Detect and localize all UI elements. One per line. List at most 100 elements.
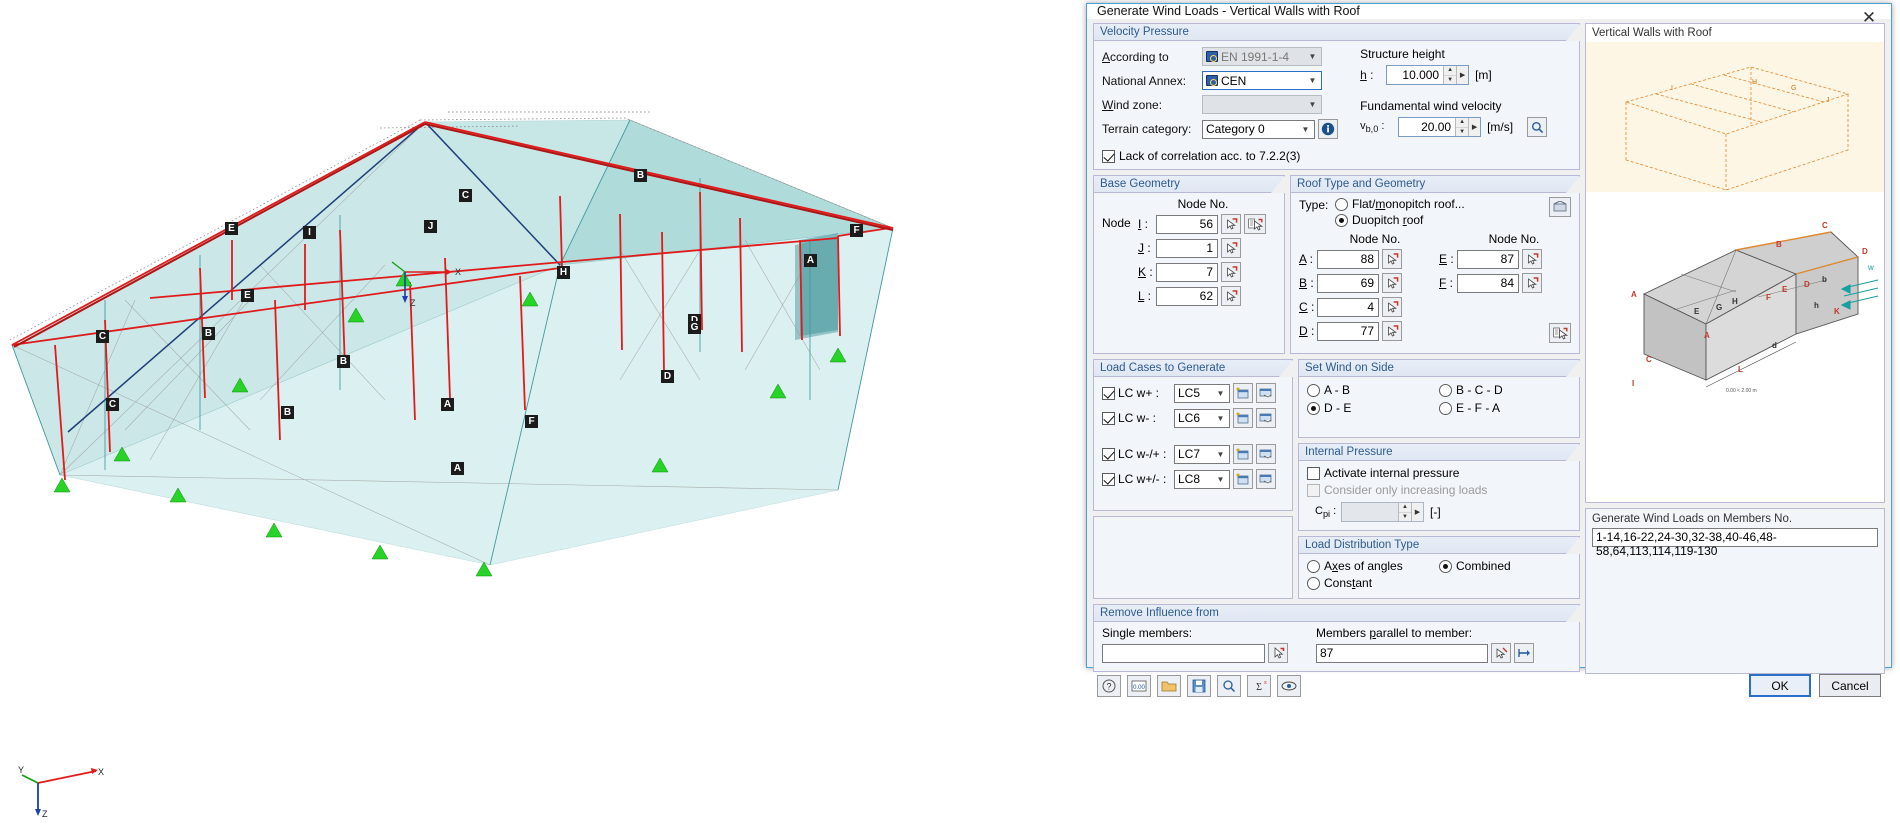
pick-parallel-members-icon[interactable] bbox=[1491, 643, 1511, 663]
generate-members-input[interactable]: 1-14,16-22,24-30,32-38,40-46,48-58,64,11… bbox=[1592, 528, 1878, 558]
load-case-select-2[interactable]: LC7 ▼ bbox=[1174, 444, 1230, 464]
load-case-checkbox-2[interactable] bbox=[1102, 447, 1115, 461]
roof-type-flat-option[interactable]: Flat/monopitch roof... bbox=[1335, 197, 1465, 211]
vb0-spinner[interactable]: ▲ ▼ bbox=[1455, 118, 1469, 136]
wind-zone-select[interactable]: ▼ bbox=[1202, 95, 1322, 114]
view-icon[interactable] bbox=[1277, 674, 1301, 697]
load-distribution-option-combined[interactable]: Combined bbox=[1439, 559, 1571, 573]
vb0-more-button[interactable]: ▶ bbox=[1468, 118, 1481, 136]
roof-type-duopitch-option[interactable]: Duopitch roof bbox=[1335, 213, 1465, 227]
wind-side-option-efa[interactable]: E - F - A bbox=[1439, 401, 1571, 415]
base-node-input-1[interactable]: 1 bbox=[1156, 238, 1218, 258]
vb0-field[interactable]: ▲▼ ▶ bbox=[1398, 117, 1482, 137]
svg-text:Y: Y bbox=[18, 765, 24, 775]
according-to-select[interactable]: EN 1991-1-4 ▼ bbox=[1202, 47, 1322, 66]
magnifier-icon[interactable] bbox=[1527, 117, 1548, 137]
lack-of-correlation-checkbox[interactable]: Lack of correlation acc. to 7.2.2(3) bbox=[1102, 149, 1571, 163]
consider-loads-box bbox=[1307, 483, 1320, 497]
load-case-checkbox-1[interactable] bbox=[1102, 411, 1115, 425]
structure-height-label: Structure height bbox=[1360, 47, 1445, 61]
load-case-new-icon-1[interactable] bbox=[1233, 408, 1253, 428]
load-dist-label-0: Axes of angles bbox=[1324, 559, 1403, 573]
wind-side-label-2: D - E bbox=[1324, 401, 1352, 415]
roof-model-pick-icon[interactable] bbox=[1549, 323, 1571, 343]
roof-settings-icon[interactable] bbox=[1549, 197, 1571, 217]
cpi-input bbox=[1342, 503, 1398, 521]
base-node-input-3[interactable]: 62 bbox=[1156, 286, 1218, 306]
roof-left-input-2[interactable]: 4 bbox=[1317, 297, 1379, 317]
load-case-select-3[interactable]: LC8 ▼ bbox=[1174, 469, 1230, 489]
wind-side-label-3: E - F - A bbox=[1456, 401, 1501, 415]
wind-side-option-de[interactable]: D - E bbox=[1307, 401, 1439, 415]
help-icon[interactable]: ? bbox=[1097, 674, 1121, 697]
base-node-pick-icon-2[interactable] bbox=[1221, 262, 1241, 282]
cancel-button[interactable]: Cancel bbox=[1819, 674, 1881, 697]
svg-text:w: w bbox=[1867, 263, 1874, 272]
base-node-pick-icon-3[interactable] bbox=[1221, 286, 1241, 306]
vb0-input[interactable] bbox=[1399, 118, 1456, 136]
structure-height-input[interactable] bbox=[1387, 66, 1444, 84]
node-label-b-1: B bbox=[634, 169, 647, 182]
load-case-edit-icon-2[interactable] bbox=[1256, 444, 1276, 464]
load-case-edit-icon-0[interactable] bbox=[1256, 383, 1276, 403]
roof-left-input-3[interactable]: 77 bbox=[1317, 321, 1379, 341]
height-spinner[interactable]: ▲ ▼ bbox=[1443, 66, 1457, 84]
roof-left-input-1[interactable]: 69 bbox=[1317, 273, 1379, 293]
wind-side-option-ab[interactable]: A - B bbox=[1307, 383, 1439, 397]
load-dist-radio-2 bbox=[1307, 576, 1320, 590]
units-icon[interactable]: 0.00 bbox=[1127, 674, 1151, 697]
load-cases-title: Load Cases to Generate bbox=[1094, 360, 1292, 377]
roof-left-row-d: D :77 bbox=[1299, 321, 1431, 341]
wind-side-radio-1 bbox=[1439, 383, 1452, 397]
roof-right-pick-icon-0[interactable] bbox=[1522, 249, 1542, 269]
base-node-input-2[interactable]: 7 bbox=[1156, 262, 1218, 282]
roof-left-pick-icon-2[interactable] bbox=[1382, 297, 1402, 317]
activate-internal-pressure-checkbox[interactable]: Activate internal pressure bbox=[1307, 466, 1571, 480]
roof-right-input-0[interactable]: 87 bbox=[1457, 249, 1519, 269]
pick-single-members-icon[interactable] bbox=[1268, 643, 1288, 663]
base-node-list-icon[interactable] bbox=[1244, 214, 1266, 234]
load-case-edit-icon-3[interactable] bbox=[1256, 469, 1276, 489]
terrain-category-select[interactable]: Category 0 ▼ bbox=[1202, 119, 1315, 139]
parallel-members-input[interactable]: 87 bbox=[1316, 643, 1488, 663]
load-case-edit-icon-1[interactable] bbox=[1256, 408, 1276, 428]
save-icon[interactable] bbox=[1187, 674, 1211, 697]
base-node-input-0[interactable]: 56 bbox=[1156, 214, 1218, 234]
base-node-pick-icon-1[interactable] bbox=[1221, 238, 1241, 258]
load-case-checkbox-0[interactable] bbox=[1102, 386, 1115, 400]
national-annex-select[interactable]: CEN ▼ bbox=[1202, 71, 1322, 90]
roof-right-input-1[interactable]: 84 bbox=[1457, 273, 1519, 293]
base-node-pick-icon-0[interactable] bbox=[1221, 214, 1241, 234]
load-case-checkbox-3[interactable] bbox=[1102, 472, 1115, 486]
open-icon[interactable] bbox=[1157, 674, 1181, 697]
height-more-button[interactable]: ▶ bbox=[1456, 66, 1469, 84]
structural-model-3d: X Z bbox=[9, 111, 894, 577]
info-icon[interactable] bbox=[1318, 119, 1338, 139]
structure-height-field[interactable]: ▲▼ ▶ bbox=[1386, 65, 1470, 85]
roof-left-pick-icon-0[interactable] bbox=[1382, 249, 1402, 269]
roof-left-pick-icon-3[interactable] bbox=[1382, 321, 1402, 341]
ok-button[interactable]: OK bbox=[1749, 674, 1811, 697]
node-label-a-19: A bbox=[451, 462, 464, 475]
roof-left-pick-icon-1[interactable] bbox=[1382, 273, 1402, 293]
node-label-b-10: B bbox=[202, 327, 215, 340]
single-members-input[interactable] bbox=[1102, 643, 1265, 663]
sum-icon[interactable]: Σxx bbox=[1247, 674, 1271, 697]
load-case-select-0[interactable]: LC5 ▼ bbox=[1174, 383, 1230, 403]
load-distribution-option-constant[interactable]: Constant bbox=[1307, 576, 1439, 590]
model-viewport[interactable]: X Z CBEIJFAEHCBDGBDCABFA X Z Y bbox=[0, 0, 1085, 829]
apply-parallel-icon[interactable] bbox=[1514, 643, 1534, 663]
roof-right-pick-icon-1[interactable] bbox=[1522, 273, 1542, 293]
fundamental-wind-velocity-label: Fundamental wind velocity bbox=[1360, 99, 1502, 113]
svg-text:D: D bbox=[1804, 280, 1810, 289]
roof-left-input-0[interactable]: 88 bbox=[1317, 249, 1379, 269]
zoom-icon[interactable] bbox=[1217, 674, 1241, 697]
load-distribution-option-axes-of-angles[interactable]: Axes of angles bbox=[1307, 559, 1439, 573]
load-case-new-icon-2[interactable] bbox=[1233, 444, 1253, 464]
load-case-new-icon-0[interactable] bbox=[1233, 383, 1253, 403]
load-case-new-icon-3[interactable] bbox=[1233, 469, 1253, 489]
load-dist-radio-0 bbox=[1307, 559, 1320, 573]
wind-side-option-bcd[interactable]: B - C - D bbox=[1439, 383, 1571, 397]
svg-text:Z: Z bbox=[42, 809, 48, 819]
load-case-select-1[interactable]: LC6 ▼ bbox=[1174, 408, 1230, 428]
